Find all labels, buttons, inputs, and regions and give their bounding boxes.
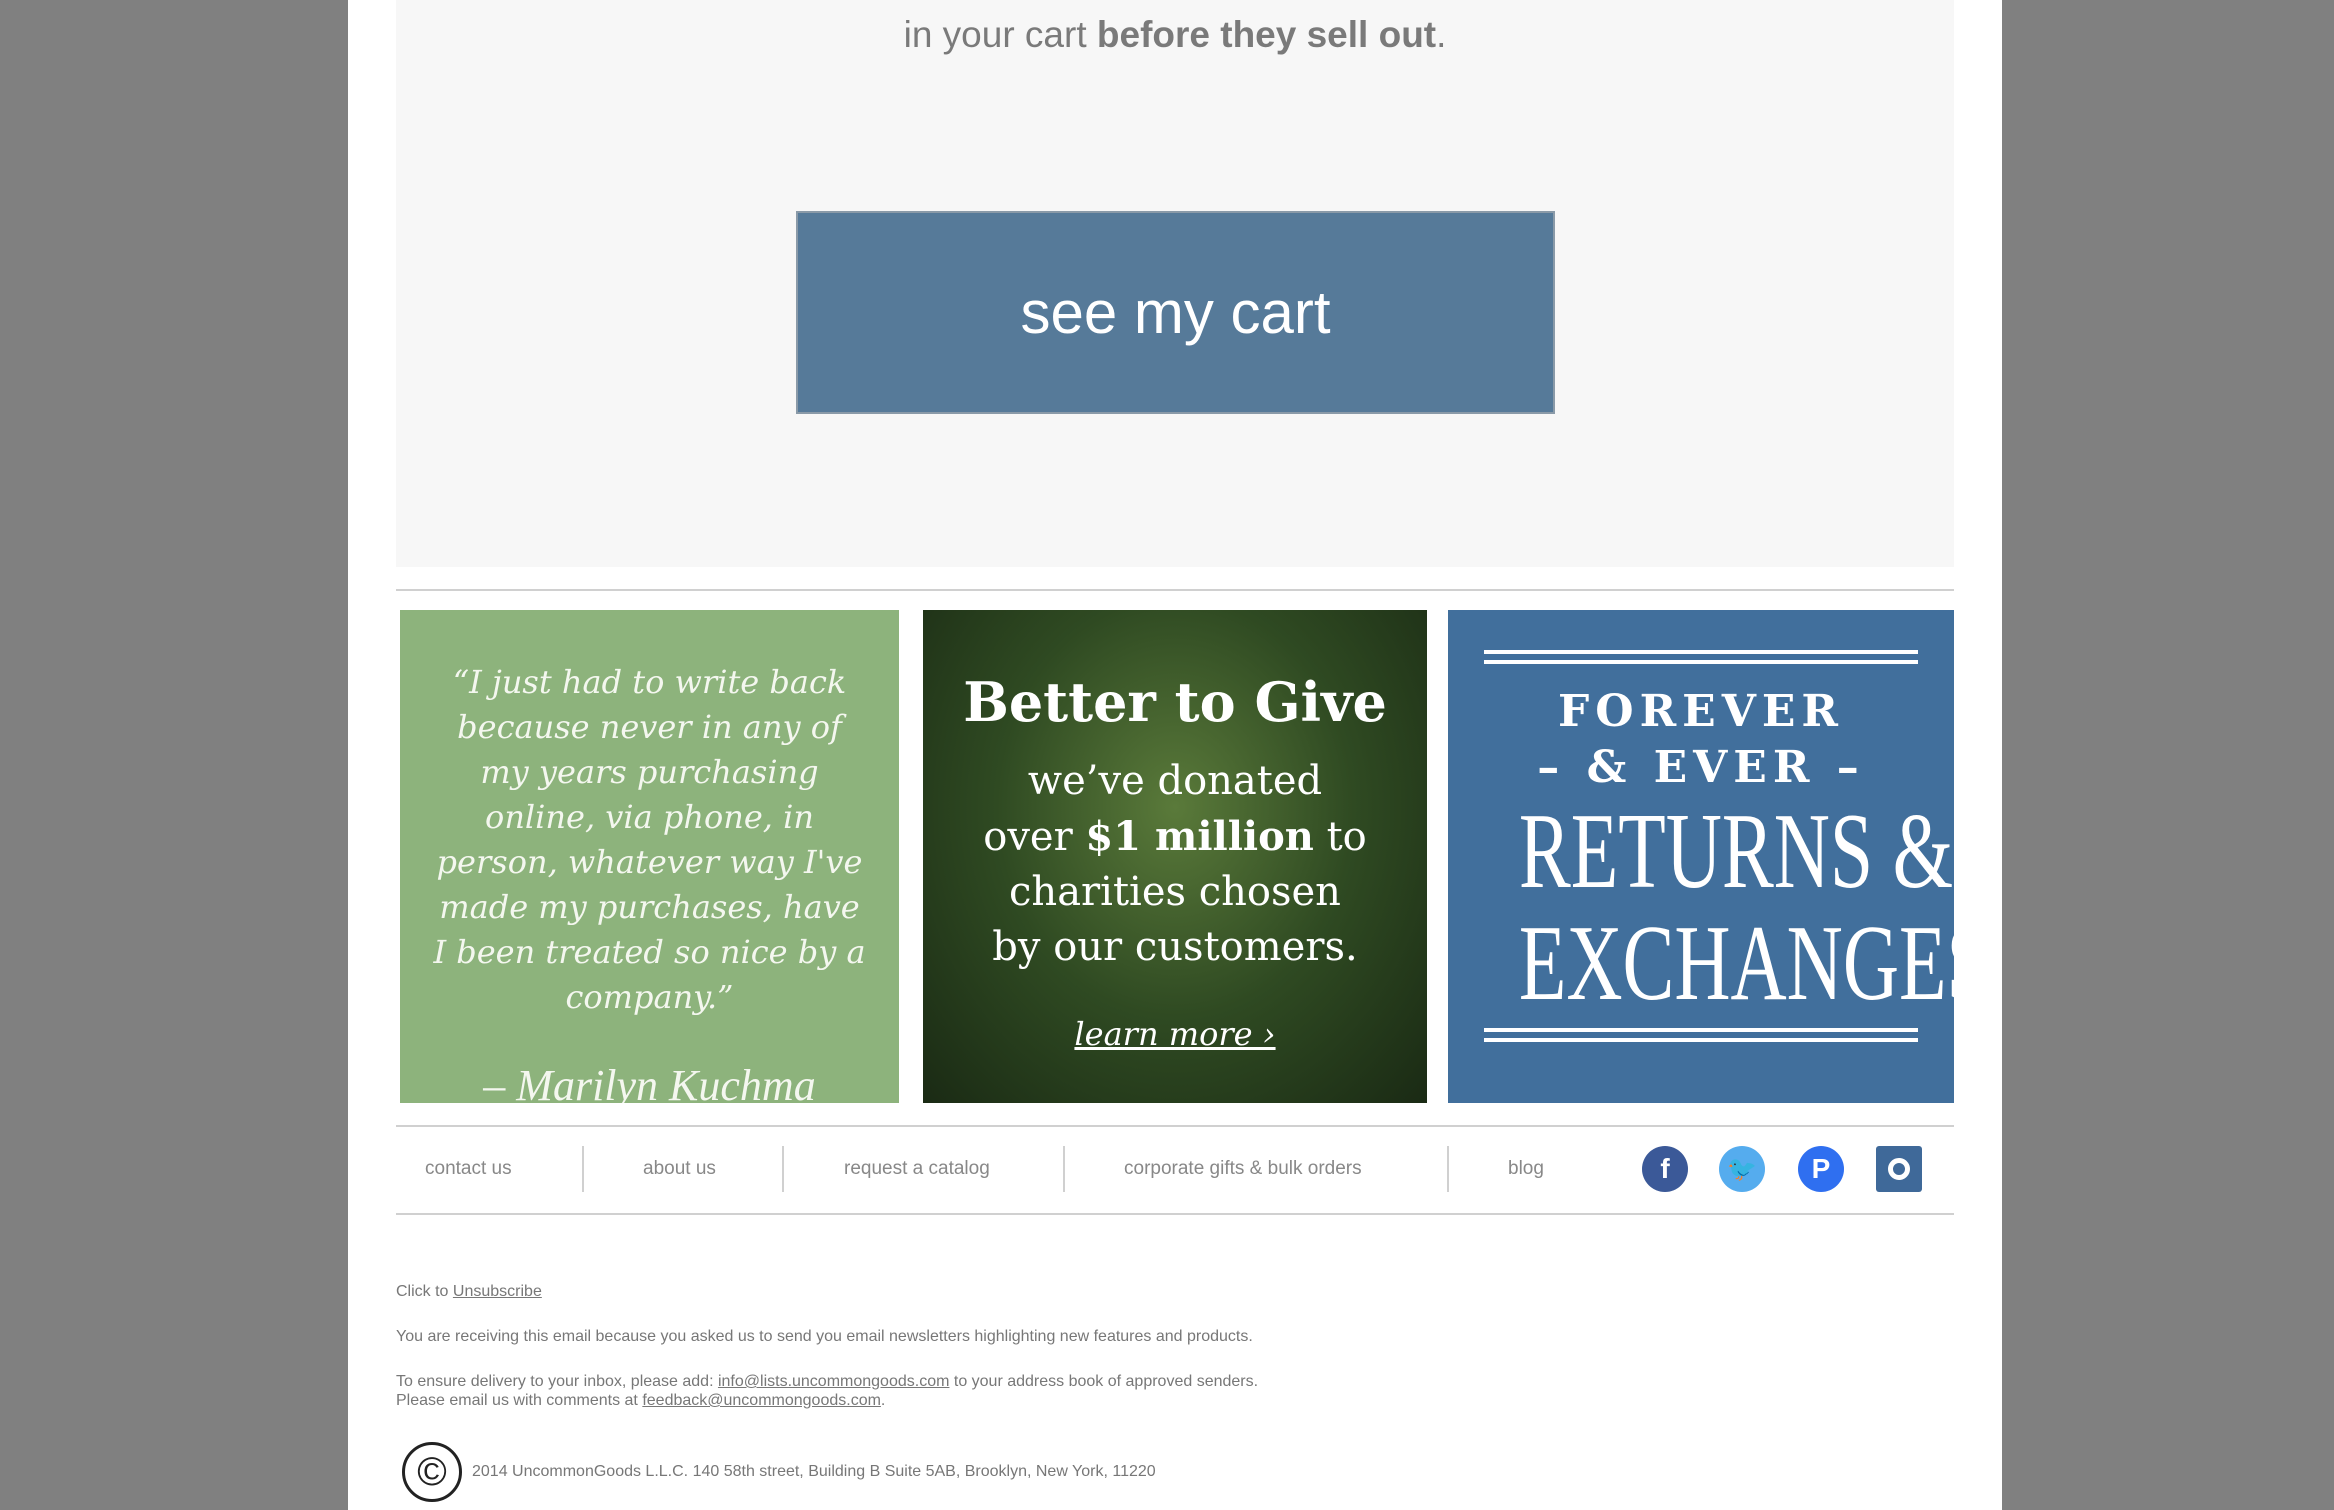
returns-and-ever: – & EVER –	[1537, 742, 1865, 793]
info-email-link[interactable]: info@lists.uncommongoods.com	[718, 1373, 949, 1390]
returns-banner[interactable]: FOREVER – & EVER – RETURNS & EXCHANGES	[1448, 610, 1954, 1103]
exchanges-title: EXCHANGES	[1518, 904, 1954, 1023]
instagram-lens	[1888, 1158, 1910, 1180]
learn-more-link[interactable]: learn more ›	[923, 1015, 1427, 1053]
ensure-prefix: To ensure delivery to your inbox, please…	[396, 1373, 718, 1390]
charity-line: charities chosen	[1009, 869, 1341, 915]
rule	[1484, 660, 1918, 664]
nav-separator	[1447, 1146, 1449, 1192]
testimonial-quote: “I just had to write back because never …	[433, 663, 866, 1016]
divider	[396, 589, 1954, 591]
nav-separator	[1063, 1146, 1065, 1192]
charity-text-part: over	[983, 814, 1086, 860]
nav-request-catalog[interactable]: request a catalog	[844, 1146, 990, 1192]
headline: in your cart before they sell out.	[396, 14, 1954, 56]
headline-end: .	[1436, 14, 1447, 55]
copyright-icon: ©	[402, 1442, 462, 1502]
see-my-cart-button[interactable]: see my cart	[796, 211, 1555, 414]
cart-reminder-panel: in your cart before they sell out. see m…	[396, 0, 1954, 567]
comments-suffix: .	[880, 1392, 886, 1409]
nav-separator	[582, 1146, 584, 1192]
divider	[396, 1213, 1954, 1215]
divider	[396, 1125, 1954, 1127]
headline-text: in your cart	[903, 14, 1097, 55]
copyright-text: 2014 UncommonGoods L.L.C. 140 58th stree…	[472, 1463, 1156, 1480]
unsubscribe-line: Click to Unsubscribe	[396, 1282, 542, 1302]
ensure-suffix: to your address book of approved senders…	[949, 1373, 1259, 1390]
rule	[1484, 650, 1918, 654]
pinterest-icon[interactable]: P	[1798, 1146, 1844, 1192]
charity-text-part: to	[1313, 814, 1367, 860]
feedback-email-link[interactable]: feedback@uncommongoods.com	[642, 1392, 881, 1409]
returns-forever: FOREVER	[1558, 686, 1844, 737]
unsubscribe-link[interactable]: Unsubscribe	[453, 1283, 542, 1300]
rule	[1484, 1038, 1918, 1042]
charity-line: over $1 million to	[923, 809, 1427, 865]
charity-line: we’ve donated	[1027, 758, 1323, 804]
nav-contact-us[interactable]: contact us	[425, 1146, 512, 1192]
ensure-delivery-line: To ensure delivery to your inbox, please…	[396, 1372, 1258, 1392]
charity-line: by our customers.	[992, 924, 1358, 970]
facebook-icon[interactable]: f	[1642, 1146, 1688, 1192]
unsubscribe-prefix: Click to	[396, 1283, 453, 1300]
testimonial-banner[interactable]: “I just had to write back because never …	[400, 610, 899, 1103]
charity-title: Better to Give	[963, 670, 1387, 734]
testimonial-signature: – Marilyn Kuchma	[483, 1061, 816, 1103]
headline-bold: before they sell out	[1096, 14, 1437, 55]
charity-amount: $1 million	[1085, 813, 1314, 860]
nav-separator	[782, 1146, 784, 1192]
twitter-icon[interactable]: 🐦	[1719, 1146, 1765, 1192]
better-to-give-banner[interactable]: Better to Give we’ve donated over $1 mil…	[923, 610, 1427, 1103]
instagram-icon[interactable]	[1876, 1146, 1922, 1192]
nav-about-us[interactable]: about us	[643, 1146, 716, 1192]
charity-text: we’ve donated over $1 million to chariti…	[923, 754, 1427, 975]
nav-blog[interactable]: blog	[1508, 1146, 1544, 1192]
comments-line: Please email us with comments at feedbac…	[396, 1391, 885, 1411]
comments-prefix: Please email us with comments at	[396, 1392, 643, 1409]
rule	[1484, 1028, 1918, 1032]
nav-corporate-gifts[interactable]: corporate gifts & bulk orders	[1124, 1146, 1362, 1192]
returns-title: RETURNS &	[1518, 792, 1954, 911]
receiving-notice: You are receiving this email because you…	[396, 1328, 1253, 1345]
